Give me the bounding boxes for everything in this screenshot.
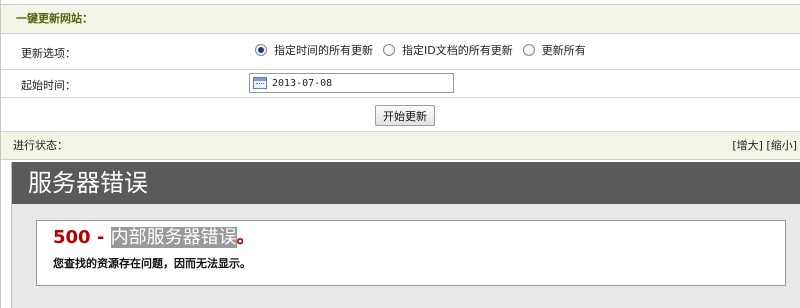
section-title: 一键更新网站： xyxy=(1,4,800,34)
radio-label-by-time: 指定时间的所有更新 xyxy=(274,44,373,57)
radio-button-by-id[interactable] xyxy=(383,44,395,56)
status-size-controls: [增大] [缩小] xyxy=(732,132,797,160)
calendar-icon[interactable] xyxy=(253,77,267,89)
update-options-label: 更新选项： xyxy=(21,47,76,60)
radio-option-by-id[interactable]: 指定ID文档的所有更新 xyxy=(383,42,513,58)
status-label: 进行状态： xyxy=(13,139,68,152)
error-message-tail: 。 xyxy=(236,227,255,248)
error-description: 您查找的资源存在问题，因而无法显示。 xyxy=(53,257,251,270)
radio-option-by-time[interactable]: 指定时间的所有更新 xyxy=(255,42,373,58)
status-bar: 进行状态： [增大] [缩小] xyxy=(1,132,800,160)
radio-button-by-time[interactable] xyxy=(255,44,267,56)
action-row: 开始更新 xyxy=(1,98,800,132)
radio-label-by-id: 指定ID文档的所有更新 xyxy=(402,44,513,57)
server-error-header: 服务器错误 xyxy=(12,162,800,204)
start-time-value: 2013-07-08 xyxy=(272,77,333,89)
error-code: 500 - xyxy=(53,227,111,248)
start-update-button[interactable]: 开始更新 xyxy=(375,105,435,126)
error-message-highlight: 内部服务器错误 xyxy=(110,227,237,248)
error-code-line: 500 - 内部服务器错误。 xyxy=(53,223,255,249)
radio-button-all[interactable] xyxy=(522,44,535,56)
update-options-row: 更新选项： 指定时间的所有更新 指定ID文档的所有更新 更新所有 xyxy=(1,34,800,70)
status-output-frame: 服务器错误 500 - 内部服务器错误。 您查找的资源存在问题，因而无法显示。 xyxy=(11,162,800,308)
start-time-field[interactable]: 2013-07-08 xyxy=(249,73,454,93)
shrink-link[interactable]: [缩小] xyxy=(766,139,797,152)
enlarge-link[interactable]: [增大] xyxy=(732,139,763,152)
radio-label-all: 更新所有 xyxy=(541,44,586,57)
start-time-label: 起始时间： xyxy=(21,79,76,92)
update-options-radio-group: 指定时间的所有更新 指定ID文档的所有更新 更新所有 xyxy=(255,42,596,58)
start-time-row: 起始时间： 2013-07-08 xyxy=(1,70,800,98)
error-content-box: 500 - 内部服务器错误。 您查找的资源存在问题，因而无法显示。 xyxy=(36,220,786,286)
radio-option-all[interactable]: 更新所有 xyxy=(522,42,586,58)
update-page: 一键更新网站： 更新选项： 指定时间的所有更新 指定ID文档的所有更新 更新所有… xyxy=(0,0,800,308)
